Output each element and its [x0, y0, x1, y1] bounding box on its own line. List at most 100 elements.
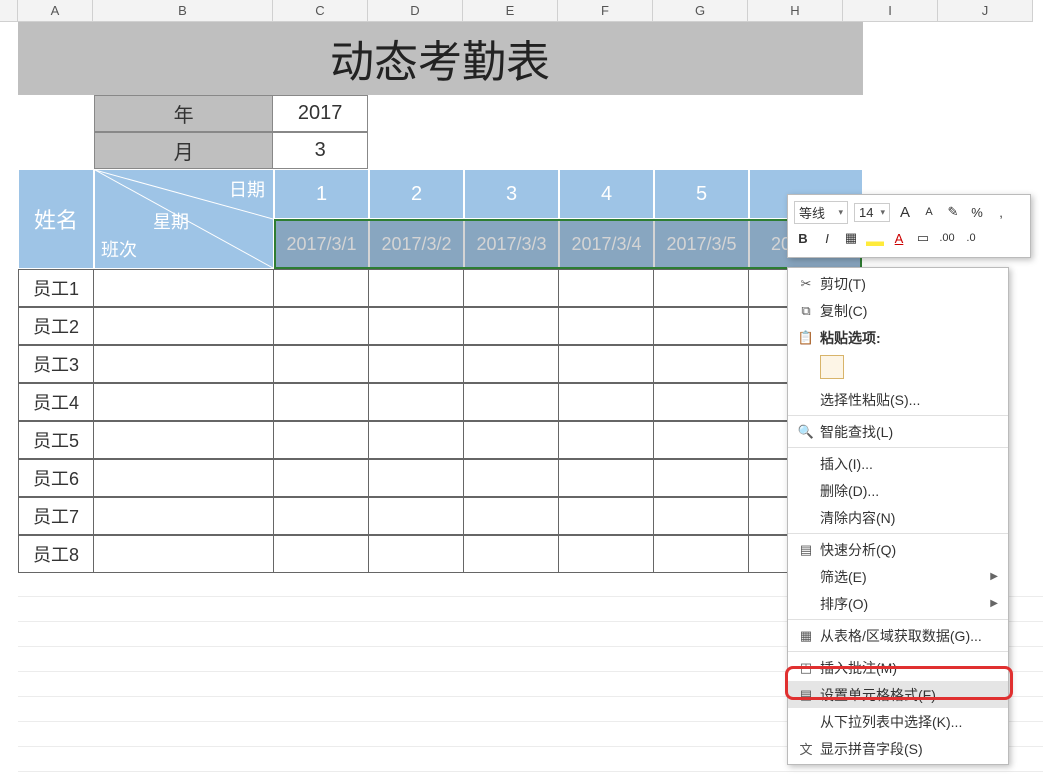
header-num-2[interactable]: 2: [369, 169, 464, 219]
employee-cell[interactable]: 员工3: [18, 345, 94, 383]
cell[interactable]: [94, 459, 274, 497]
cell[interactable]: [369, 345, 464, 383]
cell[interactable]: [274, 497, 369, 535]
header-num-3[interactable]: 3: [464, 169, 559, 219]
ctx-insert[interactable]: 插入(I)...: [788, 450, 1008, 477]
ctx-filter[interactable]: 筛选(E)▶: [788, 563, 1008, 590]
cell[interactable]: [274, 345, 369, 383]
font-color-button[interactable]: A: [890, 231, 908, 246]
increase-decimal-button[interactable]: .0: [962, 232, 980, 244]
cell[interactable]: [464, 535, 559, 573]
border-button[interactable]: ▦: [842, 230, 860, 246]
cell[interactable]: [274, 459, 369, 497]
cell[interactable]: [464, 497, 559, 535]
ctx-format-cells[interactable]: ▤设置单元格格式(F)...: [788, 681, 1008, 708]
employee-cell[interactable]: 员工2: [18, 307, 94, 345]
decrease-decimal-button[interactable]: .00: [938, 232, 956, 244]
month-label-cell[interactable]: 月: [94, 132, 273, 169]
cell[interactable]: [369, 421, 464, 459]
employee-cell[interactable]: 员工4: [18, 383, 94, 421]
col-header-C[interactable]: C: [273, 0, 368, 21]
comma-button[interactable]: ,: [992, 205, 1010, 220]
header-date-3[interactable]: 2017/3/3: [464, 219, 559, 269]
cell[interactable]: [369, 307, 464, 345]
col-header-D[interactable]: D: [368, 0, 463, 21]
italic-button[interactable]: I: [818, 231, 836, 246]
col-header-B[interactable]: B: [93, 0, 273, 21]
cell[interactable]: [559, 535, 654, 573]
cell[interactable]: [654, 421, 749, 459]
ctx-copy[interactable]: ⧉复制(C): [788, 297, 1008, 324]
employee-cell[interactable]: 员工1: [18, 269, 94, 307]
employee-cell[interactable]: 员工5: [18, 421, 94, 459]
header-date-4[interactable]: 2017/3/4: [559, 219, 654, 269]
cell[interactable]: [464, 459, 559, 497]
ctx-quick-analysis[interactable]: ▤快速分析(Q): [788, 536, 1008, 563]
employee-cell[interactable]: 员工7: [18, 497, 94, 535]
cell[interactable]: [94, 345, 274, 383]
cell[interactable]: [654, 459, 749, 497]
cell[interactable]: [274, 307, 369, 345]
cell[interactable]: [559, 345, 654, 383]
cell[interactable]: [369, 535, 464, 573]
cell[interactable]: [94, 307, 274, 345]
cell[interactable]: [94, 269, 274, 307]
ctx-smart-lookup[interactable]: 🔍智能查找(L): [788, 418, 1008, 445]
cell[interactable]: [559, 497, 654, 535]
cell[interactable]: [464, 269, 559, 307]
ctx-cut[interactable]: ✂剪切(T): [788, 270, 1008, 297]
cell[interactable]: [369, 383, 464, 421]
col-header-A[interactable]: A: [18, 0, 93, 21]
header-num-4[interactable]: 4: [559, 169, 654, 219]
header-date-1[interactable]: 2017/3/1: [274, 219, 369, 269]
cell[interactable]: [94, 535, 274, 573]
col-header-F[interactable]: F: [558, 0, 653, 21]
cell[interactable]: [654, 345, 749, 383]
font-selector[interactable]: 等线 ▾: [794, 201, 848, 224]
increase-font-button[interactable]: A: [896, 204, 914, 221]
header-name-cell[interactable]: 姓名: [18, 169, 94, 269]
fill-color-button[interactable]: [866, 231, 884, 246]
cell[interactable]: [464, 421, 559, 459]
decrease-font-button[interactable]: A: [920, 206, 938, 218]
cell[interactable]: [369, 459, 464, 497]
cell[interactable]: [654, 307, 749, 345]
header-diagonal-cell[interactable]: 日期 星期 班次: [94, 169, 274, 269]
ctx-clear[interactable]: 清除内容(N): [788, 504, 1008, 531]
col-header-E[interactable]: E: [463, 0, 558, 21]
cell[interactable]: [274, 269, 369, 307]
cell[interactable]: [464, 307, 559, 345]
ctx-paste-options[interactable]: 📋粘贴选项:: [788, 324, 1008, 351]
cell[interactable]: [654, 383, 749, 421]
borders-icon[interactable]: ▭: [914, 230, 932, 246]
cell[interactable]: [369, 497, 464, 535]
cell[interactable]: [559, 307, 654, 345]
col-header-G[interactable]: G: [653, 0, 748, 21]
col-header-H[interactable]: H: [748, 0, 843, 21]
year-label-cell[interactable]: 年: [94, 95, 273, 132]
header-num-5[interactable]: 5: [654, 169, 749, 219]
col-header-I[interactable]: I: [843, 0, 938, 21]
cell[interactable]: [464, 383, 559, 421]
table-row[interactable]: 员工6: [18, 459, 863, 497]
employee-cell[interactable]: 员工8: [18, 535, 94, 573]
cell[interactable]: [274, 383, 369, 421]
cell[interactable]: [369, 269, 464, 307]
font-size-selector[interactable]: 14 ▾: [854, 203, 890, 222]
ctx-paste-special[interactable]: 选择性粘贴(S)...: [788, 386, 1008, 413]
ctx-sort[interactable]: 排序(O)▶: [788, 590, 1008, 617]
cell[interactable]: [559, 269, 654, 307]
cell[interactable]: [94, 421, 274, 459]
table-row[interactable]: 员工2: [18, 307, 863, 345]
cell[interactable]: [559, 383, 654, 421]
cell[interactable]: [94, 497, 274, 535]
table-row[interactable]: 员工4: [18, 383, 863, 421]
cell[interactable]: [274, 535, 369, 573]
cell[interactable]: [654, 497, 749, 535]
cell[interactable]: [94, 383, 274, 421]
select-all-corner[interactable]: [0, 0, 18, 21]
cell[interactable]: [654, 269, 749, 307]
employee-cell[interactable]: 员工6: [18, 459, 94, 497]
cell[interactable]: [274, 421, 369, 459]
ctx-show-pinyin[interactable]: 文显示拼音字段(S): [788, 735, 1008, 762]
